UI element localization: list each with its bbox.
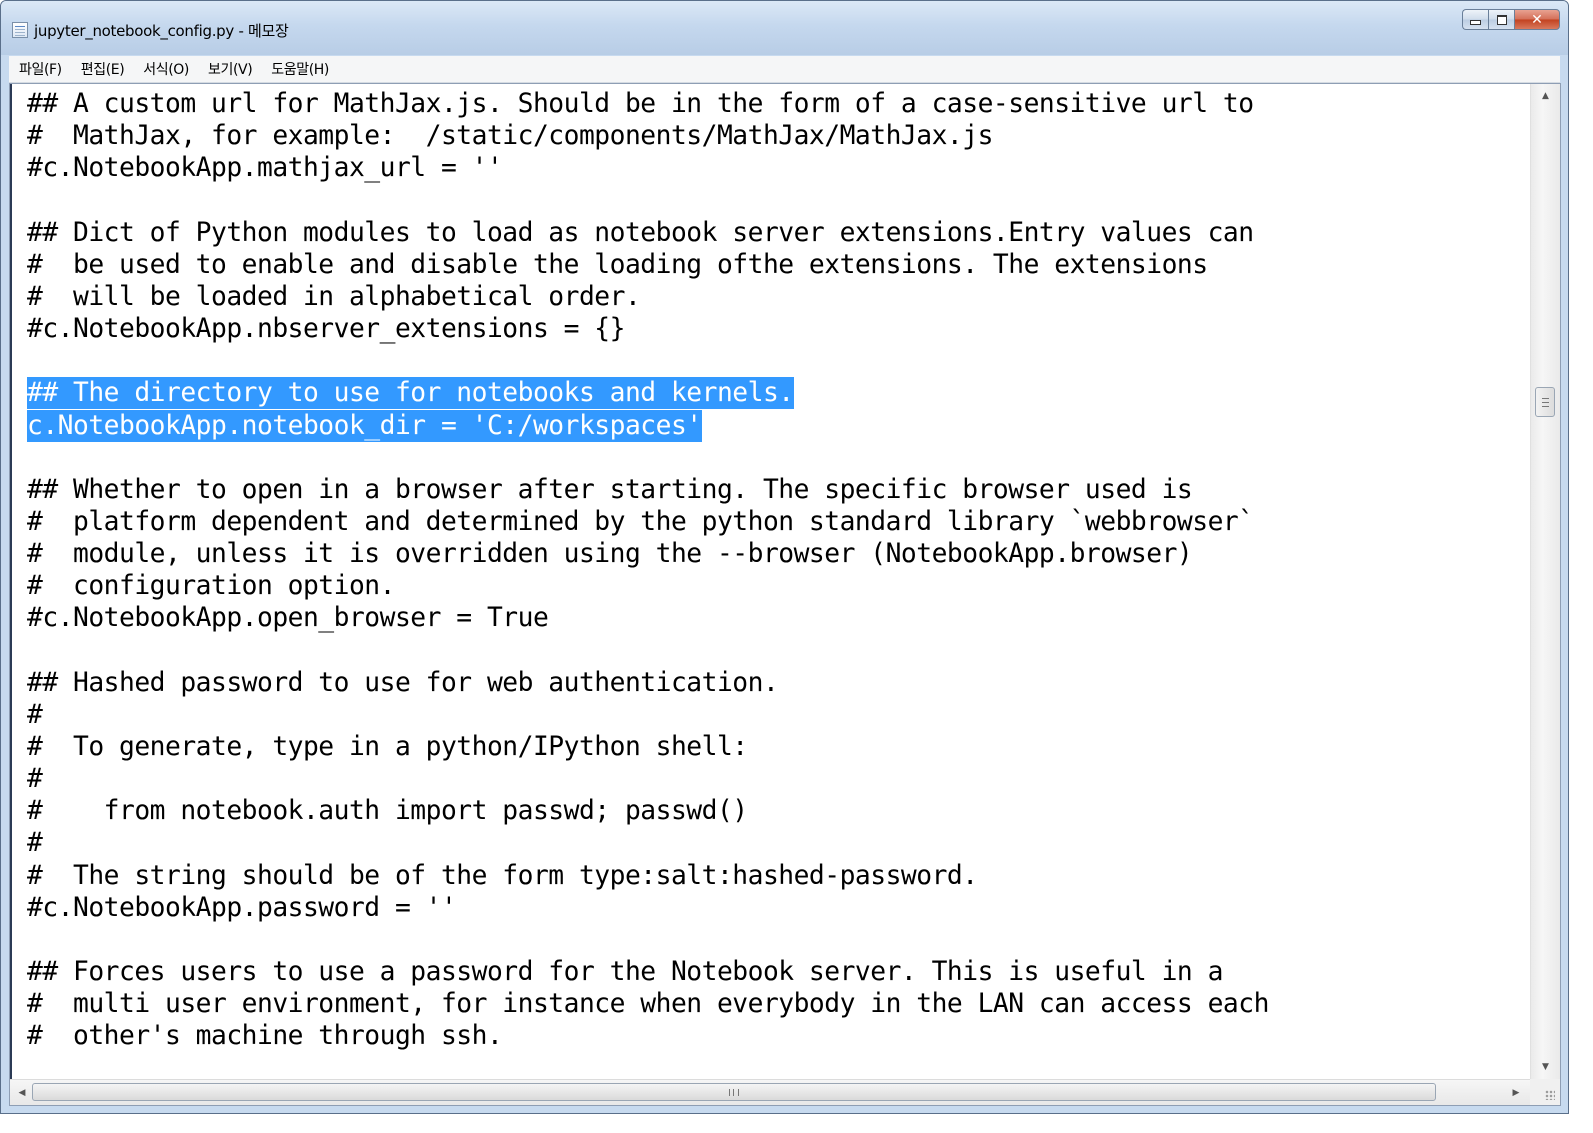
maximize-icon <box>1496 14 1507 25</box>
notepad-window: jupyter_notebook_config.py - 메모장 ✕ 파일(F)… <box>0 0 1569 1114</box>
editor-line[interactable]: # other's machine through ssh. <box>27 1020 503 1052</box>
editor-line[interactable]: # from notebook.auth import passwd; pass… <box>27 795 748 827</box>
notepad-icon[interactable] <box>12 22 28 38</box>
grip-icon <box>729 1088 739 1096</box>
scroll-right-arrow-icon[interactable]: ▶ <box>1506 1080 1526 1105</box>
editor-line[interactable]: # module, unless it is overridden using … <box>27 538 1193 570</box>
editor-line[interactable]: #c.NotebookApp.nbserver_extensions = {} <box>27 313 625 345</box>
editor-line[interactable]: # multi user environment, for instance w… <box>27 988 1269 1020</box>
maximize-button[interactable] <box>1488 9 1514 30</box>
minimize-icon <box>1470 20 1481 25</box>
menu-help[interactable]: 도움말(H) <box>261 59 338 79</box>
editor-line[interactable]: # <box>27 763 43 795</box>
editor-line[interactable]: ## Forces users to use a password for th… <box>27 956 1223 988</box>
editor-line[interactable]: # be used to enable and disable the load… <box>27 249 1208 281</box>
editor-line[interactable]: # The string should be of the form type:… <box>27 860 978 892</box>
window-controls: ✕ <box>1462 9 1560 31</box>
editor-line[interactable]: # configuration option. <box>27 570 395 602</box>
close-button[interactable]: ✕ <box>1514 9 1560 30</box>
editor-line[interactable]: # MathJax, for example: /static/componen… <box>27 120 993 152</box>
editor-line[interactable]: ## The directory to use for notebooks an… <box>27 377 794 410</box>
scroll-left-arrow-icon[interactable]: ◀ <box>12 1080 32 1105</box>
editor-line[interactable]: # To generate, type in a python/IPython … <box>27 731 748 763</box>
menu-format[interactable]: 서식(O) <box>133 59 198 79</box>
vertical-scrollbar[interactable]: ▲ ▼ <box>1530 84 1560 1079</box>
editor-line[interactable]: ## Whether to open in a browser after st… <box>27 474 1193 506</box>
menu-bar: 파일(F) 편집(E) 서식(O) 보기(V) 도움말(H) <box>9 56 1560 83</box>
window-title: jupyter_notebook_config.py - 메모장 <box>34 22 289 40</box>
editor-line[interactable]: # <box>27 827 43 859</box>
scroll-down-arrow-icon[interactable]: ▼ <box>1531 1057 1560 1077</box>
text-area[interactable]: ## A custom url for MathJax.js. Should b… <box>10 84 1532 1079</box>
editor-line[interactable]: c.NotebookApp.notebook_dir = 'C:/workspa… <box>27 409 702 442</box>
grip-icon <box>1541 397 1549 407</box>
editor-line[interactable]: # platform dependent and determined by t… <box>27 506 1254 538</box>
resize-grip-icon <box>1545 1090 1555 1100</box>
menu-view[interactable]: 보기(V) <box>198 59 261 79</box>
scroll-up-arrow-icon[interactable]: ▲ <box>1531 86 1560 106</box>
horizontal-scrollbar[interactable]: ◀ ▶ <box>10 1079 1530 1105</box>
close-icon: ✕ <box>1531 11 1543 28</box>
editor-line[interactable]: # will be loaded in alphabetical order. <box>27 281 641 313</box>
editor-line[interactable]: ## Dict of Python modules to load as not… <box>27 217 1254 249</box>
title-bar[interactable]: jupyter_notebook_config.py - 메모장 ✕ <box>1 1 1568 55</box>
editor-line[interactable]: #c.NotebookApp.password = '' <box>27 892 457 924</box>
editor-line[interactable]: ## Hashed password to use for web authen… <box>27 667 779 699</box>
editor-line[interactable]: ## A custom url for MathJax.js. Should b… <box>27 88 1254 120</box>
editor-line[interactable]: #c.NotebookApp.mathjax_url = '' <box>27 152 503 184</box>
menu-file[interactable]: 파일(F) <box>9 59 71 79</box>
size-grip[interactable] <box>1530 1079 1560 1105</box>
editor-line[interactable]: # <box>27 699 43 731</box>
minimize-button[interactable] <box>1462 9 1488 30</box>
vertical-scroll-thumb[interactable] <box>1535 387 1555 417</box>
editor-line[interactable]: #c.NotebookApp.open_browser = True <box>27 602 549 634</box>
menu-edit[interactable]: 편집(E) <box>71 59 134 79</box>
text-editor[interactable]: ## A custom url for MathJax.js. Should b… <box>9 83 1561 1106</box>
horizontal-scroll-thumb[interactable] <box>32 1083 1436 1101</box>
